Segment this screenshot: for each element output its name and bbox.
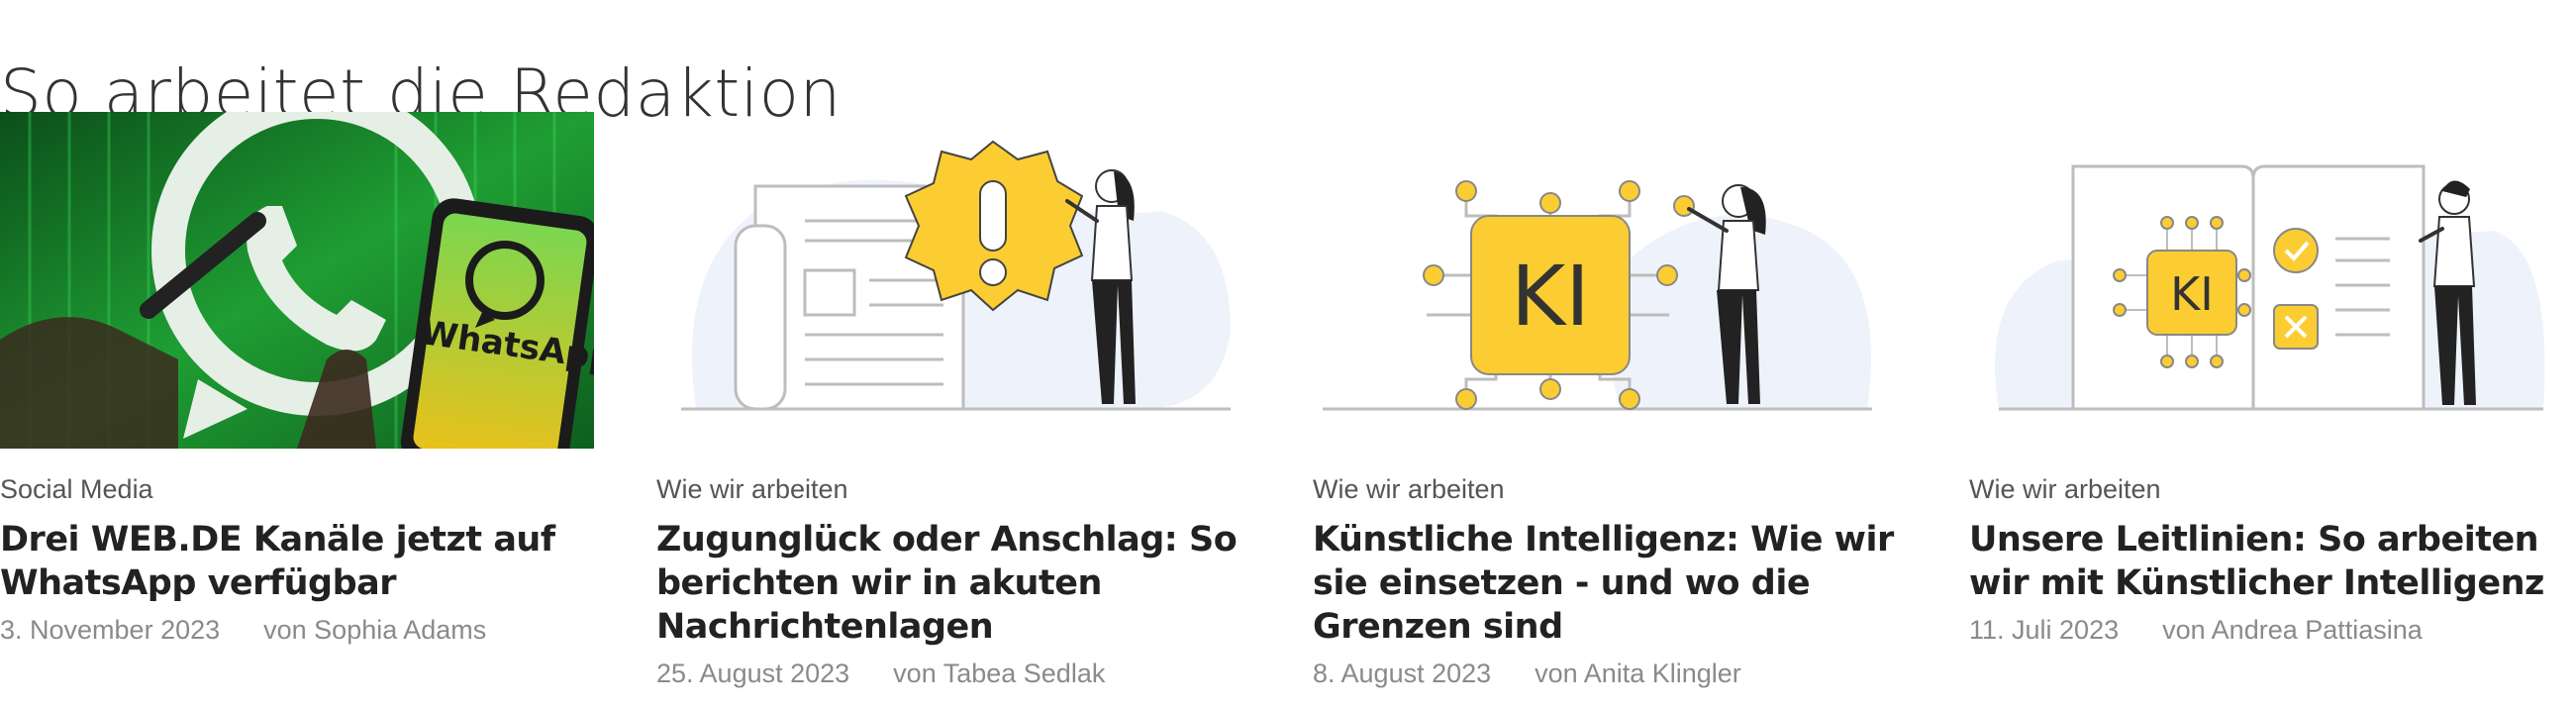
article-meta: 25. August 2023 von Tabea Sedlak [656,657,1250,690]
article-author: von Anita Klingler [1535,659,1741,688]
article-author: von Andrea Pattiasina [2162,615,2423,645]
article-kicker: Wie wir arbeiten [1969,474,2161,504]
article-headline[interactable]: Unsere Leitlinien: So arbeiten wir mit K… [1969,518,2563,605]
article-image[interactable]: KI [1313,112,1907,449]
guidelines-book-illustration-icon: KI [1995,164,2545,411]
article-kicker: Wie wir arbeiten [1313,474,1505,504]
article-card[interactable]: KI Wie wir arbeiten Unsere Leitlinien: S… [1969,112,2563,647]
article-headline[interactable]: Zugunglück oder Anschlag: So berichten w… [656,518,1250,649]
article-date: 25. August 2023 [656,659,850,688]
article-date: 11. Juli 2023 [1969,615,2120,645]
svg-text:KI: KI [2170,267,2214,321]
whatsapp-photo-icon: WhatsApp [0,112,594,449]
ai-chip-illustration-icon: KI [1323,180,1872,411]
article-headline[interactable]: Drei WEB.DE Kanäle jetzt auf WhatsApp ve… [0,518,594,605]
article-link[interactable]: KI Wie wir arbeiten Unsere Leitlinien: S… [1969,112,2563,647]
article-image[interactable]: KI [1969,112,2563,449]
article-card[interactable]: Wie wir arbeiten Zugunglück oder Anschla… [656,112,1250,690]
article-meta: 11. Juli 2023 von Andrea Pattiasina [1969,613,2563,647]
article-link[interactable]: Wie wir arbeiten Zugunglück oder Anschla… [656,112,1250,690]
article-meta: 8. August 2023 von Anita Klingler [1313,657,1907,690]
article-author: von Tabea Sedlak [893,659,1106,688]
article-kicker: Social Media [0,474,153,504]
article-headline[interactable]: Künstliche Intelligenz: Wie wir sie eins… [1313,518,1907,649]
article-card[interactable]: WhatsApp Social Media Drei WEB.DE Kanäle… [0,112,594,647]
newspaper-alert-illustration-icon [681,140,1231,411]
article-kicker: Wie wir arbeiten [656,474,848,504]
article-date: 8. August 2023 [1313,659,1492,688]
article-meta: 3. November 2023 von Sophia Adams [0,613,594,647]
article-image[interactable]: WhatsApp [0,112,594,449]
article-date: 3. November 2023 [0,615,221,645]
article-image[interactable] [656,112,1250,449]
svg-text:KI: KI [1511,248,1590,345]
article-author: von Sophia Adams [263,615,487,645]
article-link[interactable]: KI Wie wir arbeiten Künstliche Intellige… [1313,112,1907,690]
article-card[interactable]: KI Wie wir arbeiten Künstliche Intellige… [1313,112,1907,690]
article-link[interactable]: WhatsApp Social Media Drei WEB.DE Kanäle… [0,112,594,647]
